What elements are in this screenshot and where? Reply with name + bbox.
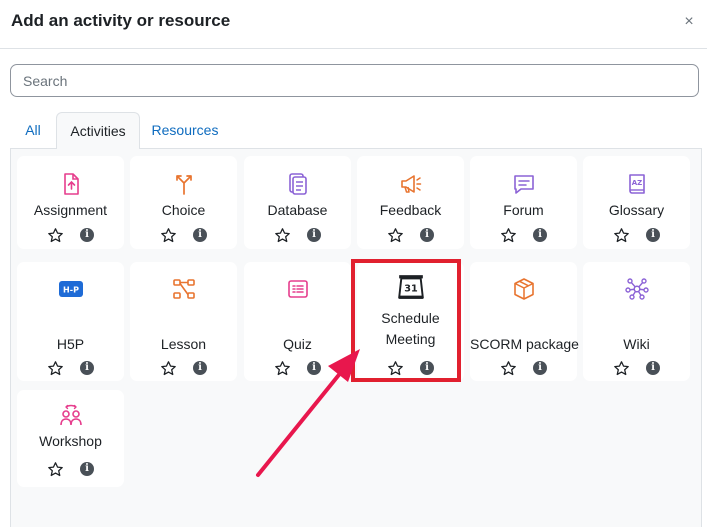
activity-card-quiz[interactable]: Quiz i [244, 262, 351, 381]
star-icon[interactable] [274, 227, 291, 244]
activity-label: Forum [503, 202, 544, 218]
star-icon[interactable] [387, 360, 404, 377]
forum-icon [514, 175, 534, 194]
glossary-icon: AZ [629, 174, 645, 194]
activity-card-scorm-package[interactable]: SCORM package i [470, 262, 579, 381]
info-icon[interactable]: i [533, 228, 547, 242]
h5p-icon: H-P [59, 281, 83, 297]
info-icon[interactable]: i [420, 361, 434, 375]
star-icon[interactable] [274, 360, 291, 377]
info-icon[interactable]: i [646, 361, 660, 375]
assignment-icon [64, 173, 79, 195]
choice-icon [176, 175, 192, 195]
scorm-package-icon [514, 278, 534, 300]
activity-label: Choice [161, 202, 206, 218]
star-icon[interactable] [500, 227, 517, 244]
activity-label: Assignment [33, 202, 108, 218]
lesson-icon [173, 279, 195, 299]
activity-card-schedule-meeting[interactable]: 31 Schedule Meeting i [357, 262, 464, 381]
dialog-header: Add an activity or resource × [0, 0, 707, 49]
info-icon[interactable]: i [193, 361, 207, 375]
activity-label: H5P [56, 336, 85, 352]
activity-label: Schedule Meeting [381, 310, 440, 347]
activity-card-assignment[interactable]: Assignment i [17, 156, 124, 249]
info-icon[interactable]: i [307, 228, 321, 242]
activity-card-glossary[interactable]: AZ Glossary i [583, 156, 690, 249]
workshop-icon [60, 404, 82, 426]
info-icon[interactable]: i [420, 228, 434, 242]
activity-label: Glossary [608, 202, 665, 218]
activity-label: Lesson [160, 336, 207, 352]
info-icon[interactable]: i [193, 228, 207, 242]
info-icon[interactable]: i [80, 462, 94, 476]
search-input[interactable] [10, 64, 699, 97]
star-icon[interactable] [387, 227, 404, 244]
tab-all[interactable]: All [10, 112, 56, 149]
quiz-icon [288, 280, 308, 298]
info-icon[interactable]: i [80, 228, 94, 242]
database-icon [289, 173, 307, 195]
star-icon[interactable] [613, 360, 630, 377]
info-icon[interactable]: i [533, 361, 547, 375]
activity-label: Feedback [379, 202, 442, 218]
activity-label: Workshop [39, 433, 102, 449]
dialog-title: Add an activity or resource [11, 11, 231, 30]
svg-text:AZ: AZ [632, 179, 643, 187]
activity-card-forum[interactable]: Forum i [470, 156, 577, 249]
star-icon[interactable] [47, 360, 64, 377]
activity-label: Database [267, 202, 328, 218]
info-icon[interactable]: i [80, 361, 94, 375]
activity-card-choice[interactable]: Choice i [130, 156, 237, 249]
activity-card-workshop[interactable]: Workshop i [17, 390, 124, 487]
tab-activities[interactable]: Activities [56, 112, 140, 149]
feedback-icon [401, 175, 422, 193]
activity-label: Quiz [283, 336, 312, 352]
close-icon[interactable]: × [680, 12, 698, 32]
star-icon[interactable] [47, 227, 64, 244]
wiki-icon [625, 278, 649, 300]
calendar-icon: 31 [398, 275, 424, 299]
info-icon[interactable]: i [646, 228, 660, 242]
star-icon[interactable] [613, 227, 630, 244]
category-tabs: All Activities Resources [10, 112, 699, 149]
activity-label: SCORM package [470, 336, 579, 352]
svg-text:H-P: H-P [63, 286, 79, 295]
svg-text:31: 31 [404, 283, 418, 294]
activity-card-lesson[interactable]: Lesson i [130, 262, 237, 381]
activity-label: Wiki [623, 336, 650, 352]
star-icon[interactable] [160, 227, 177, 244]
tab-resources[interactable]: Resources [147, 112, 223, 149]
star-icon[interactable] [160, 360, 177, 377]
activity-card-h5p[interactable]: H-P H5P i [17, 262, 124, 381]
info-icon[interactable]: i [307, 361, 321, 375]
activity-card-feedback[interactable]: Feedback i [357, 156, 464, 249]
star-icon[interactable] [47, 461, 64, 478]
activity-card-database[interactable]: Database i [244, 156, 351, 249]
star-icon[interactable] [500, 360, 517, 377]
activity-card-wiki[interactable]: Wiki i [583, 262, 690, 381]
